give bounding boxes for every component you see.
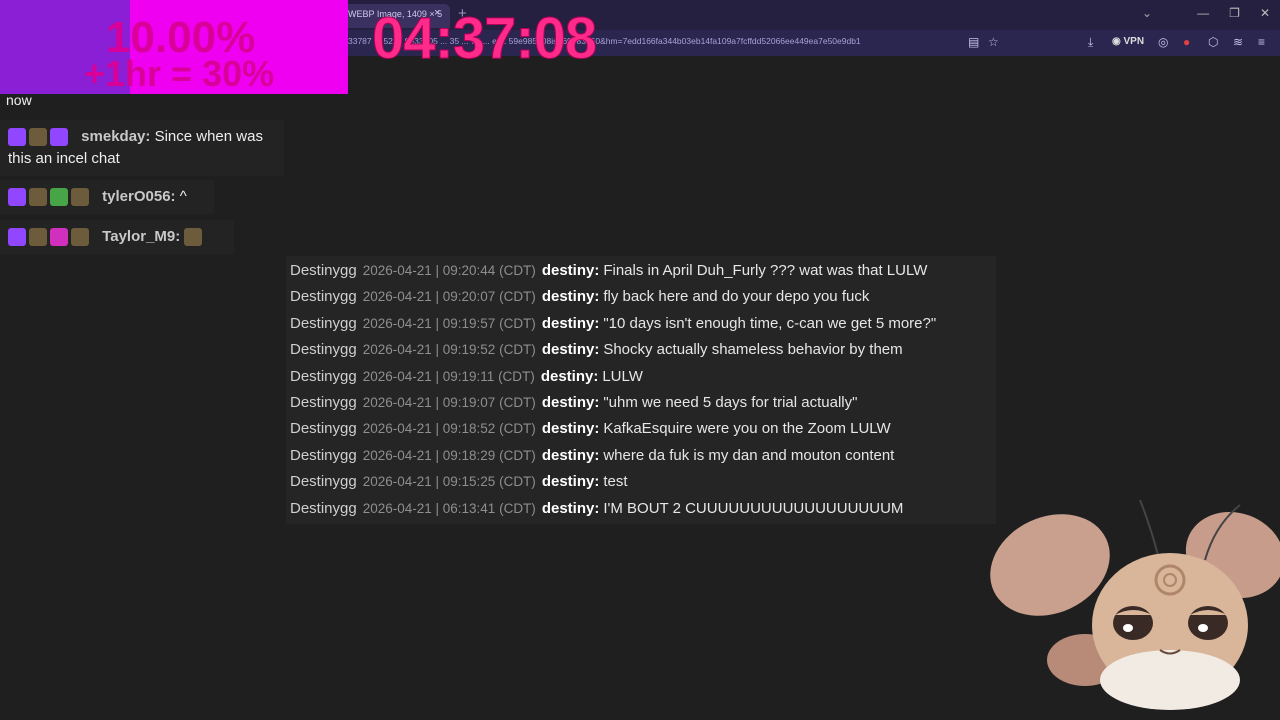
chat-partial-text: now xyxy=(6,92,32,108)
log-nick: destiny: xyxy=(540,367,599,385)
twitch-badge-icon xyxy=(8,128,26,147)
log-row: Destinygg 2026-04-21 | 09:19:57 (CDT) dest… xyxy=(286,311,996,337)
chat-text: ^ xyxy=(179,188,187,205)
log-nick: destiny: xyxy=(541,288,600,306)
twitch-badge-icon xyxy=(8,188,26,207)
chat-message: tylerO056: ^ xyxy=(0,180,214,214)
log-text: Finals in April Duh_Furly ??? wat was th… xyxy=(603,262,928,279)
log-row: Destinygg 2026-04-21 | 09:18:29 (CDT) dest… xyxy=(286,443,996,469)
log-source: Destinygg xyxy=(290,341,357,359)
log-nick: destiny: xyxy=(541,262,600,279)
extension-icon[interactable]: ● xyxy=(1183,35,1190,49)
log-text: KafkaEsquire were you on the Zoom LULW xyxy=(603,420,891,438)
emote-icon xyxy=(71,228,89,247)
account-icon[interactable]: ◎ xyxy=(1158,35,1168,49)
log-source: Destinygg xyxy=(290,262,357,279)
subscriber-badge-icon xyxy=(50,128,68,147)
log-row: Destinygg 2026-04-21 | 09:20:44 (CDT) dest… xyxy=(286,258,996,284)
extensions-puzzle-icon[interactable]: ⬡ xyxy=(1208,35,1218,49)
gem-badge-icon xyxy=(50,228,68,247)
chat-username[interactable]: smekday: xyxy=(81,128,150,145)
log-nick: destiny: xyxy=(541,393,600,411)
log-nick: destiny: xyxy=(541,341,600,359)
log-timestamp: 2026-04-21 | 09:19:11 (CDT) xyxy=(362,368,535,384)
chat-username[interactable]: tylerO056: xyxy=(102,188,175,205)
emote-icon xyxy=(184,228,203,247)
log-text: test xyxy=(603,473,628,491)
log-source: Destinygg xyxy=(290,420,357,438)
log-text: LULW xyxy=(602,367,643,385)
log-row: Destinygg 2026-04-21 | 09:19:11 (CDT) dest… xyxy=(286,364,996,390)
log-source: Destinygg xyxy=(290,393,357,411)
moth-mascot-image xyxy=(990,499,1280,710)
log-row: Destinygg 2026-04-21 | 06:13:41 (CDT) dest… xyxy=(286,496,996,522)
tab-list-chevron-icon[interactable]: ⌄ xyxy=(1142,6,1152,20)
log-text: fly back here and do your depo you fuck xyxy=(603,288,870,306)
minimize-icon[interactable]: — xyxy=(1197,6,1209,20)
menu-icon[interactable]: ≡ xyxy=(1258,35,1265,49)
avatar xyxy=(29,128,47,147)
log-nick: destiny: xyxy=(541,499,600,517)
chat-username[interactable]: Taylor_M9: xyxy=(102,228,180,245)
log-timestamp: 2026-04-21 | 06:13:41 (CDT) xyxy=(362,500,536,516)
log-timestamp: 2026-04-21 | 09:18:52 (CDT) xyxy=(362,421,536,437)
restore-icon[interactable]: ❐ xyxy=(1229,6,1240,20)
emote-icon xyxy=(71,188,89,207)
log-row: Destinygg 2026-04-21 | 09:18:52 (CDT) dest… xyxy=(286,416,996,442)
destinygg-log: Destinygg 2026-04-21 | 09:20:44 (CDT) dest… xyxy=(286,256,996,524)
log-row: Destinygg 2026-04-21 | 09:19:52 (CDT) dest… xyxy=(286,337,996,363)
log-nick: destiny: xyxy=(541,473,600,491)
log-nick: destiny: xyxy=(541,446,600,464)
chat-message: Taylor_M9: xyxy=(0,220,234,254)
bookmark-star-icon[interactable]: ☆ xyxy=(988,35,999,49)
log-source: Destinygg xyxy=(290,367,357,385)
close-window-icon[interactable]: ✕ xyxy=(1260,6,1270,20)
log-source: Destinygg xyxy=(290,314,357,332)
avatar xyxy=(29,228,47,247)
vpn-shield-icon: ◉ xyxy=(1112,36,1121,47)
vpn-label: VPN xyxy=(1123,36,1145,47)
log-source: Destinygg xyxy=(290,499,357,517)
log-timestamp: 2026-04-21 | 09:20:07 (CDT) xyxy=(362,289,536,305)
download-icon[interactable]: ⤓ xyxy=(1088,35,1093,50)
log-source: Destinygg xyxy=(290,288,357,306)
log-timestamp: 2026-04-21 | 09:20:44 (CDT) xyxy=(362,263,536,278)
log-text: "uhm we need 5 days for trial actually" xyxy=(603,393,858,411)
overlay-bonus: +1hr = 30% xyxy=(84,53,275,94)
log-row: Destinygg 2026-04-21 | 09:20:07 (CDT) dest… xyxy=(286,284,996,310)
log-nick: destiny: xyxy=(541,314,600,332)
log-text: I'M BOUT 2 CUUUUUUUUUUUUUUUUUUM xyxy=(603,499,904,517)
log-text: where da fuk is my dan and mouton conten… xyxy=(603,446,895,464)
log-row: Destinygg 2026-04-21 | 09:15:25 (CDT) dest… xyxy=(286,469,996,495)
log-row: Destinygg 2026-04-21 | 09:19:07 (CDT) dest… xyxy=(286,390,996,416)
window-controls: — ❐ ✕ xyxy=(1197,6,1270,20)
chat-message: smekday: Since when was this an incel ch… xyxy=(0,120,284,176)
avatar xyxy=(29,188,47,207)
log-source: Destinygg xyxy=(290,446,357,464)
log-timestamp: 2026-04-21 | 09:19:52 (CDT) xyxy=(362,342,536,358)
log-timestamp: 2026-04-21 | 09:19:57 (CDT) xyxy=(362,315,536,331)
reader-view-icon[interactable]: ▤ xyxy=(968,35,979,49)
log-text: "10 days isn't enough time, c-can we get… xyxy=(603,314,937,332)
twitch-badge-icon xyxy=(8,228,26,247)
log-timestamp: 2026-04-21 | 09:18:29 (CDT) xyxy=(362,447,536,463)
log-nick: destiny: xyxy=(541,420,600,438)
log-text: Shocky actually shameless behavior by th… xyxy=(603,341,903,359)
log-timestamp: 2026-04-21 | 09:15:25 (CDT) xyxy=(362,474,536,490)
log-source: Destinygg xyxy=(290,473,357,491)
sidebar-icon[interactable]: ≋ xyxy=(1233,35,1243,49)
vpn-button[interactable]: ◉ VPN xyxy=(1112,36,1144,47)
overlay-timer: 04:37:08 xyxy=(371,6,597,71)
sword-badge-icon xyxy=(50,188,68,207)
log-timestamp: 2026-04-21 | 09:19:07 (CDT) xyxy=(362,394,536,410)
